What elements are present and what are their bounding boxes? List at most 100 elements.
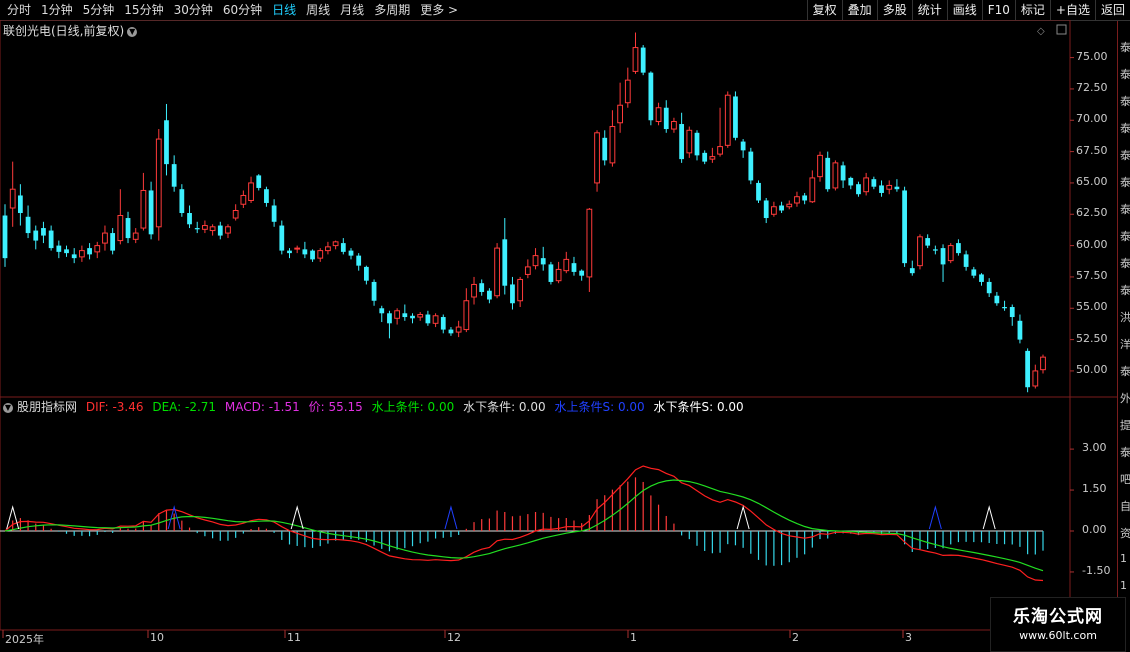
period-tab-5[interactable]: 60分钟 (218, 0, 267, 20)
candle-body (763, 200, 769, 219)
period-tab-4[interactable]: 30分钟 (169, 0, 218, 20)
price-tick: 75.00 (1076, 49, 1108, 63)
candle-body (510, 284, 515, 304)
period-tab-7[interactable]: 周线 (301, 0, 335, 20)
candle-body (264, 189, 269, 203)
candle-body (94, 245, 101, 253)
price-tick: 62.50 (1076, 206, 1108, 220)
candle-body (617, 104, 623, 124)
candle-body (740, 141, 746, 151)
strip-char: 洪 (1120, 311, 1130, 324)
candle-body (279, 225, 285, 251)
candle-body (356, 255, 362, 266)
toolbar-button-1[interactable]: 叠加 (841, 0, 877, 20)
strip-char: 泰 (1120, 149, 1130, 162)
signal-triangle (982, 505, 996, 530)
date-label: 3 (905, 631, 912, 644)
price-tick: 57.50 (1076, 268, 1108, 282)
strip-char: 洋 (1120, 338, 1130, 351)
candle-body (1032, 370, 1039, 387)
candle-body (371, 281, 377, 301)
signal-triangle (928, 505, 942, 530)
candle-body (586, 208, 593, 278)
toolbar-button-0[interactable]: 复权 (806, 0, 842, 20)
candlestick-chart[interactable]: ◇ (0, 20, 1117, 650)
price-tick: 70.00 (1076, 112, 1108, 126)
period-tab-9[interactable]: 多周期 (369, 0, 415, 20)
period-tab-10[interactable]: 更多 > (415, 0, 463, 20)
strip-char: 泰 (1120, 257, 1130, 270)
strip-char: 外 (1120, 392, 1130, 405)
strip-char: 泰 (1120, 95, 1130, 108)
period-tab-3[interactable]: 15分钟 (119, 0, 168, 20)
candle-body (825, 157, 831, 190)
candle-body (340, 243, 346, 252)
cond-above-value: 水上条件: 0.00 (371, 400, 455, 414)
candle-body (840, 165, 846, 181)
price-tick: 50.00 (1076, 362, 1108, 376)
toolbar-button-6[interactable]: 标记 (1014, 0, 1050, 20)
period-tab-6[interactable]: 日线 (267, 0, 301, 20)
candle-body (748, 151, 754, 181)
strip-char: 泰 (1120, 203, 1130, 216)
right-side-strip: 泰泰泰泰泰泰泰泰泰泰洪洋泰外提泰吧自资1111 (1117, 21, 1130, 650)
candle-body (294, 247, 301, 250)
chart-frame (0, 20, 1071, 631)
strip-char: 自 (1120, 500, 1130, 513)
candle-body (155, 138, 162, 228)
period-tab-0[interactable]: 分时 (2, 0, 36, 20)
candle-body (1009, 307, 1015, 318)
toolbar-button-4[interactable]: 画线 (946, 0, 982, 20)
candle-body (271, 205, 277, 222)
toolbar-button-2[interactable]: 多股 (876, 0, 912, 20)
candle-body (25, 216, 31, 234)
candle-body (524, 266, 531, 275)
candle-body (563, 258, 570, 272)
strip-char: 泰 (1120, 68, 1130, 81)
candle-body (894, 186, 900, 190)
candle-body (686, 129, 693, 154)
strip-char: 资 (1120, 527, 1130, 540)
candle-body (979, 274, 984, 282)
candle-body (487, 290, 492, 300)
candle-body (132, 232, 139, 240)
candle-body (702, 152, 708, 162)
candle-body (671, 121, 677, 130)
watermark-url: www.60lt.com (1019, 629, 1097, 642)
strip-char: 吧 (1120, 473, 1130, 486)
candle-body (902, 190, 907, 264)
candle-body (248, 182, 254, 201)
indicator-tick: 3.00 (1082, 441, 1107, 455)
candle-body (640, 47, 646, 73)
candle-body (925, 238, 931, 246)
candle-body (64, 249, 69, 254)
candle-body (2, 215, 8, 259)
candle-body (947, 245, 954, 262)
candle-body (771, 206, 777, 215)
period-tab-2[interactable]: 5分钟 (78, 0, 120, 20)
candle-body (310, 250, 315, 260)
toolbar-button-8[interactable]: 返回 (1094, 0, 1130, 20)
indicator-tick: 0.00 (1082, 523, 1107, 536)
toolbar-button-7[interactable]: +自选 (1049, 0, 1095, 20)
candle-body (724, 94, 731, 146)
chevron-down-icon[interactable]: ▼ (3, 402, 13, 413)
toolbar-button-5[interactable]: F10 (981, 0, 1015, 20)
cond-below-s-value: 水下条件S: 0.00 (653, 400, 744, 414)
period-tab-8[interactable]: 月线 (335, 0, 369, 20)
candle-body (709, 156, 716, 160)
candle-body (602, 137, 608, 161)
price-tick: 65.00 (1076, 174, 1108, 188)
candle-body (332, 241, 339, 247)
candle-body (410, 315, 415, 319)
candle-body (387, 313, 392, 324)
candle-body (125, 218, 131, 239)
candle-body (786, 203, 793, 208)
price-tick: 55.00 (1076, 300, 1108, 314)
toolbar-button-3[interactable]: 统计 (911, 0, 947, 20)
dea-line (4, 479, 1044, 572)
period-tab-1[interactable]: 1分钟 (36, 0, 78, 20)
candle-body (733, 96, 738, 138)
candle-body (579, 270, 585, 276)
cond-above-s-value: 水上条件S: 0.00 (554, 400, 645, 414)
